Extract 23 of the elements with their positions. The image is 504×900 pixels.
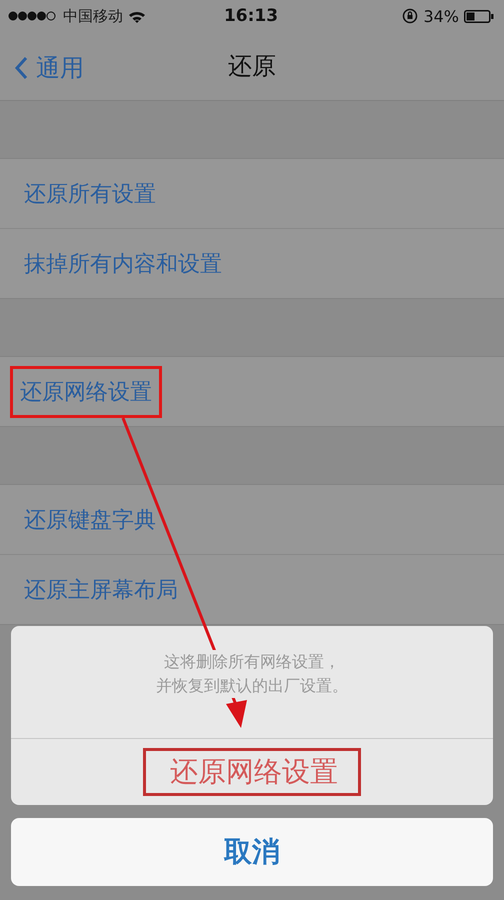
wifi-icon xyxy=(128,10,146,22)
reset-button[interactable]: 还原网络设置 xyxy=(11,739,493,805)
settings-row[interactable]: 抹掉所有内容和设置 xyxy=(0,228,504,298)
carrier-name: 中国移动 xyxy=(63,6,123,26)
settings-row[interactable]: 还原键盘字典 xyxy=(0,485,504,554)
back-button[interactable]: 通用 xyxy=(12,50,86,86)
settings-row[interactable]: 还原网络设置 xyxy=(0,357,504,426)
cancel-button[interactable]: 取消 xyxy=(11,818,493,886)
clock-time: 16:13 xyxy=(224,6,278,26)
row-label: 还原所有设置 xyxy=(23,180,157,208)
settings-row[interactable]: 还原主屏幕布局 xyxy=(0,554,504,624)
row-label: 还原键盘字典 xyxy=(23,506,157,534)
battery-icon xyxy=(464,10,494,22)
rotation-lock-icon xyxy=(402,8,418,24)
settings-row[interactable]: 还原所有设置 xyxy=(0,159,504,228)
screen-title: 还原 xyxy=(228,51,276,82)
battery-percent: 34% xyxy=(423,6,459,26)
back-chevron-icon xyxy=(14,56,28,80)
signal-icon xyxy=(8,11,58,21)
row-label: 还原网络设置 xyxy=(10,366,162,418)
button-label: 还原网络设置 xyxy=(143,748,361,796)
row-label: 抹掉所有内容和设置 xyxy=(23,250,223,278)
row-label: 还原主屏幕布局 xyxy=(23,576,179,604)
